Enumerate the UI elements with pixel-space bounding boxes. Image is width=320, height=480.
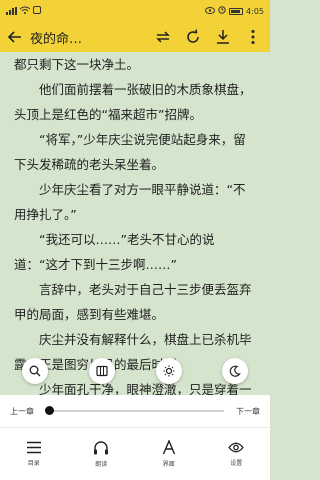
status-left <box>6 6 41 16</box>
eye-icon <box>228 442 245 453</box>
notification-icon <box>33 6 41 16</box>
nav-interface-label: 界面 <box>162 461 175 468</box>
paragraph: 少年面孔干净，眼神澄澈，只是穿着一身校服，站在那里，像是被净化的世界都给净化的透… <box>39 382 252 395</box>
nav-catalog-label: 目录 <box>27 460 40 467</box>
more-button[interactable] <box>244 28 262 46</box>
reader-toolbar: 夜的命… <box>0 22 270 52</box>
paragraph: 都只剩下这一块净土。 <box>14 57 140 72</box>
bottom-nav: 目录 朗读 界面 设置 <box>0 427 270 480</box>
nav-interface[interactable]: 界面 <box>144 440 194 468</box>
status-time: 4:05 <box>246 6 264 16</box>
nav-read-aloud[interactable]: 朗读 <box>76 440 126 468</box>
more-vertical-icon <box>251 30 255 44</box>
wifi-icon <box>19 6 31 16</box>
panel-icon <box>96 365 108 377</box>
search-icon <box>29 365 41 377</box>
download-button[interactable] <box>214 28 232 46</box>
nav-read-aloud-label: 朗读 <box>95 460 108 468</box>
arrow-left-icon <box>8 31 21 43</box>
refresh-icon <box>187 29 199 43</box>
night-mode-button[interactable] <box>222 358 248 384</box>
nav-settings-label: 设置 <box>230 460 243 467</box>
brightness-icon <box>163 365 175 377</box>
back-button[interactable] <box>0 22 30 52</box>
paragraph: 言辞中，老头对于自己十三步便丢盔弃甲的局面，感到有些难堪。 <box>14 282 252 322</box>
moon-icon <box>229 365 241 377</box>
search-button[interactable] <box>22 358 48 384</box>
nav-settings[interactable]: 设置 <box>211 441 261 467</box>
brightness-button[interactable] <box>156 358 182 384</box>
headphones-icon <box>94 440 109 454</box>
download-icon <box>217 30 229 44</box>
menu-icon <box>26 441 41 454</box>
swap-icon <box>156 31 170 43</box>
paragraph: “将军，”少年庆尘说完便站起身来，留下头发稀疏的老头呆坐着。 <box>14 132 246 172</box>
chapter-progress-slider[interactable] <box>45 406 224 415</box>
paragraph: 他们面前摆着一张破旧的木质象棋盘，头顶上是红色的“福来超市”招牌。 <box>14 82 252 122</box>
paragraph: 庆尘并没有解释什么，棋盘上已杀机毕露，正是图穷匕见的最后时刻。 <box>14 332 252 372</box>
chapter-navigation: 上一章 下一章 <box>0 395 270 427</box>
toggle-panel-button[interactable] <box>89 358 115 384</box>
battery-icon <box>229 7 244 15</box>
paragraph: “我还可以……”老头不甘心的说道：“这才下到十三步啊……” <box>14 232 215 272</box>
eye-comfort-icon <box>205 6 216 16</box>
book-title: 夜的命… <box>30 31 83 47</box>
alarm-icon <box>218 6 226 16</box>
paragraph: 少年庆尘看了对方一眼平静说道：“不用挣扎了。” <box>14 182 246 222</box>
next-chapter-button[interactable]: 下一章 <box>236 406 260 417</box>
reading-content[interactable]: 都只剩下这一块净土。 他们面前摆着一张破旧的木质象棋盘，头顶上是红色的“福来超市… <box>0 52 270 395</box>
signal-icon <box>6 7 17 15</box>
nav-catalog[interactable]: 目录 <box>9 441 59 467</box>
status-right: 4:05 <box>205 6 264 16</box>
font-icon <box>162 440 175 455</box>
status-bar: 4:05 <box>0 0 270 22</box>
change-source-button[interactable] <box>154 28 172 46</box>
prev-chapter-button[interactable]: 上一章 <box>10 406 34 417</box>
refresh-button[interactable] <box>184 28 202 46</box>
progress-thumb[interactable] <box>45 406 55 415</box>
